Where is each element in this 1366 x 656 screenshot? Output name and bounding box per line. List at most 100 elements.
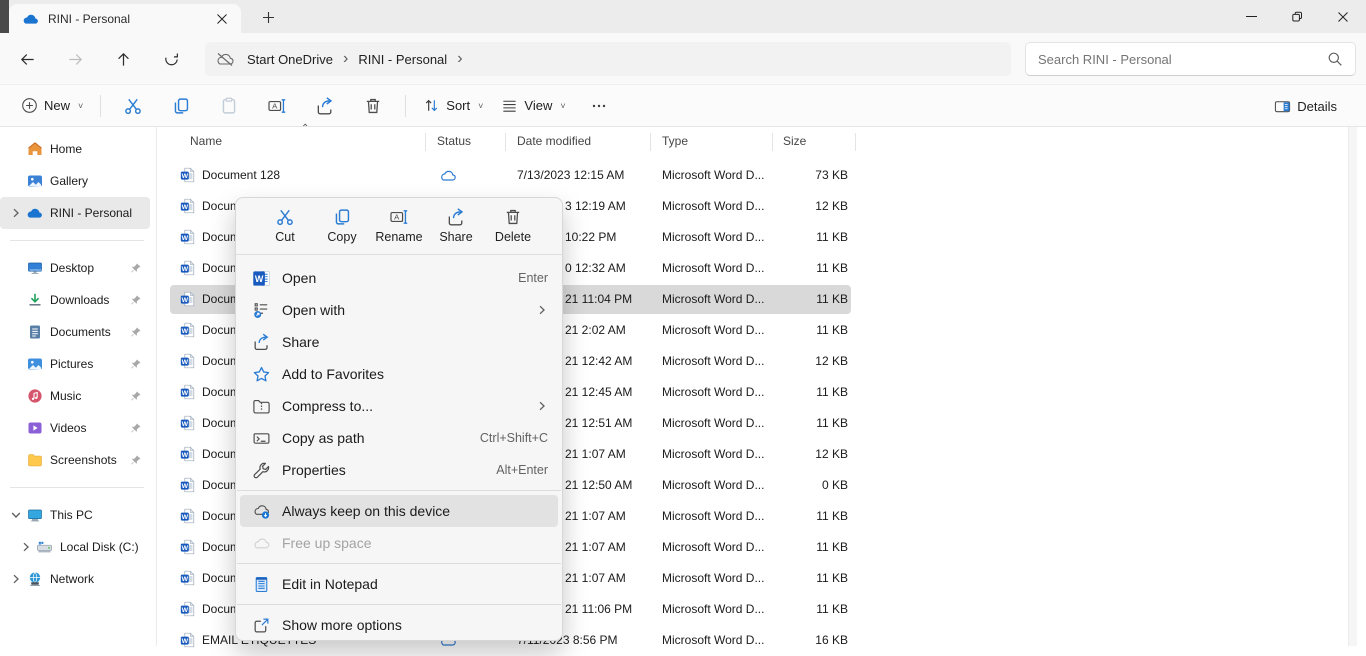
column-header-size[interactable]: Size: [783, 134, 806, 148]
sort-ascending-icon: ⌃: [301, 123, 309, 134]
menu-item-edit-in-notepad[interactable]: Edit in Notepad: [240, 568, 558, 600]
sidebar-item-label: Screenshots: [50, 453, 129, 467]
file-date-modified: 21 1:07 AM: [565, 509, 626, 523]
column-header-name[interactable]: Name: [190, 134, 222, 148]
sidebar-item-local-disk-c[interactable]: Local Disk (C:): [0, 531, 150, 563]
home-icon: [26, 141, 43, 158]
menu-item-properties[interactable]: PropertiesAlt+Enter: [240, 454, 558, 486]
explorer-tab[interactable]: RINI - Personal: [9, 4, 241, 33]
sidebar-item-label: Desktop: [50, 261, 129, 275]
word-doc-icon: W: [180, 539, 196, 555]
sidebar-item-network[interactable]: Network: [0, 563, 150, 595]
sidebar-item-downloads[interactable]: Downloads: [0, 284, 150, 316]
sidebar-item-label: Documents: [50, 325, 129, 339]
menu-item-add-to-favorites[interactable]: Add to Favorites: [240, 358, 558, 390]
details-button-label: Details: [1297, 99, 1337, 114]
menu-item-copy-as-path[interactable]: Copy as pathCtrl+Shift+C: [240, 422, 558, 454]
menu-shortcut: Enter: [518, 271, 548, 285]
sidebar-item-this-pc[interactable]: This PC: [0, 499, 150, 531]
sidebar-item-desktop[interactable]: Desktop: [0, 252, 150, 284]
menu-item-label: Edit in Notepad: [282, 576, 548, 592]
sidebar-item-label: Local Disk (C:): [60, 540, 150, 554]
context-menu-items: WOpenEnterOpen withShare Add to Favorites…: [236, 258, 562, 641]
column-header-status[interactable]: Status: [437, 134, 471, 148]
cut-button[interactable]: [113, 90, 153, 122]
chevron-down-icon[interactable]: [6, 507, 26, 523]
sidebar-item-rini-personal[interactable]: RINI - Personal: [0, 197, 150, 229]
share-button[interactable]: [305, 90, 345, 122]
sidebar-item-label: Gallery: [50, 174, 150, 188]
svg-text:W: W: [182, 545, 189, 552]
breadcrumb-current[interactable]: RINI - Personal: [352, 48, 453, 71]
tab-close-icon[interactable]: [211, 8, 233, 30]
chevron-right-icon[interactable]: [6, 205, 26, 221]
svg-text:A: A: [394, 213, 400, 222]
menu-item-compress-to[interactable]: Compress to...: [240, 390, 558, 422]
breadcrumb-root[interactable]: Start OneDrive: [241, 48, 339, 71]
up-button[interactable]: [107, 43, 140, 76]
sort-button[interactable]: Sort ˅: [414, 90, 492, 122]
column-divider[interactable]: [650, 133, 651, 151]
copy-button[interactable]: [161, 90, 201, 122]
share-icon: [446, 207, 466, 227]
restore-button[interactable]: [1274, 0, 1320, 33]
column-header-type[interactable]: Type: [662, 134, 688, 148]
menu-item-open-with[interactable]: Open with: [240, 294, 558, 326]
minimize-button[interactable]: [1228, 0, 1274, 33]
menu-item-label: Add to Favorites: [282, 366, 548, 382]
column-divider[interactable]: [855, 133, 856, 151]
svg-text:W: W: [182, 390, 189, 397]
menu-item-share[interactable]: Share: [240, 326, 558, 358]
cloud-status-icon: [438, 168, 458, 182]
new-button[interactable]: New ˅: [12, 90, 92, 122]
details-pane-icon: [1274, 98, 1291, 115]
menu-separator: [237, 563, 561, 564]
search-input[interactable]: [1038, 52, 1327, 67]
sidebar-item-music[interactable]: Music: [0, 380, 150, 412]
sidebar-item-pictures[interactable]: Pictures: [0, 348, 150, 380]
close-button[interactable]: [1320, 0, 1366, 33]
details-button[interactable]: Details: [1265, 90, 1346, 122]
column-divider[interactable]: [772, 133, 773, 151]
file-size: 73 KB: [717, 168, 848, 182]
file-row[interactable]: WDocument 1287/13/2023 12:15 AMMicrosoft…: [157, 160, 1357, 191]
svg-text:W: W: [182, 359, 189, 366]
rename-button[interactable]: A: [257, 90, 297, 122]
menu-item-open[interactable]: WOpenEnter: [240, 262, 558, 294]
column-header-date[interactable]: Date modified: [517, 134, 591, 148]
chevron-down-icon: ˅: [478, 101, 483, 111]
breadcrumb[interactable]: Start OneDrive › RINI - Personal ›: [205, 42, 1011, 76]
quickaction-rename[interactable]: A Rename: [372, 205, 426, 246]
chevron-right-icon[interactable]: [6, 571, 26, 587]
copy-icon: [332, 207, 352, 227]
svg-text:W: W: [182, 266, 189, 273]
breadcrumb-chevron-icon: ›: [457, 50, 462, 68]
chevron-right-icon[interactable]: [16, 539, 36, 555]
refresh-button[interactable]: [155, 43, 188, 76]
new-tab-button[interactable]: [256, 6, 280, 28]
menu-item-show-more-options[interactable]: Show more options: [240, 609, 558, 641]
delete-button[interactable]: [353, 90, 393, 122]
sidebar-item-videos[interactable]: Videos: [0, 412, 150, 444]
quickaction-label: Rename: [375, 230, 422, 244]
quickaction-share[interactable]: Share: [429, 205, 483, 246]
view-button[interactable]: View ˅: [492, 90, 574, 122]
tab-title: RINI - Personal: [48, 12, 211, 26]
sidebar-item-screenshots[interactable]: Screenshots: [0, 444, 150, 476]
sidebar-item-gallery[interactable]: Gallery: [0, 165, 150, 197]
sidebar-item-label: Home: [50, 142, 150, 156]
column-divider[interactable]: [505, 133, 506, 151]
search-box[interactable]: [1025, 42, 1356, 76]
column-divider[interactable]: [425, 133, 426, 151]
onedrive-offline-icon: [215, 51, 235, 67]
back-button[interactable]: [11, 43, 44, 76]
sidebar-item-home[interactable]: Home: [0, 133, 150, 165]
sidebar-item-documents[interactable]: Documents: [0, 316, 150, 348]
quickaction-cut[interactable]: Cut: [258, 205, 312, 246]
more-options-button[interactable]: [579, 90, 619, 122]
rename-icon: A: [389, 207, 409, 227]
quickaction-copy[interactable]: Copy: [315, 205, 369, 246]
menu-item-always-keep-on-this-device[interactable]: Always keep on this device: [240, 495, 558, 527]
quickaction-delete[interactable]: Delete: [486, 205, 540, 246]
file-size: 11 KB: [717, 416, 848, 430]
